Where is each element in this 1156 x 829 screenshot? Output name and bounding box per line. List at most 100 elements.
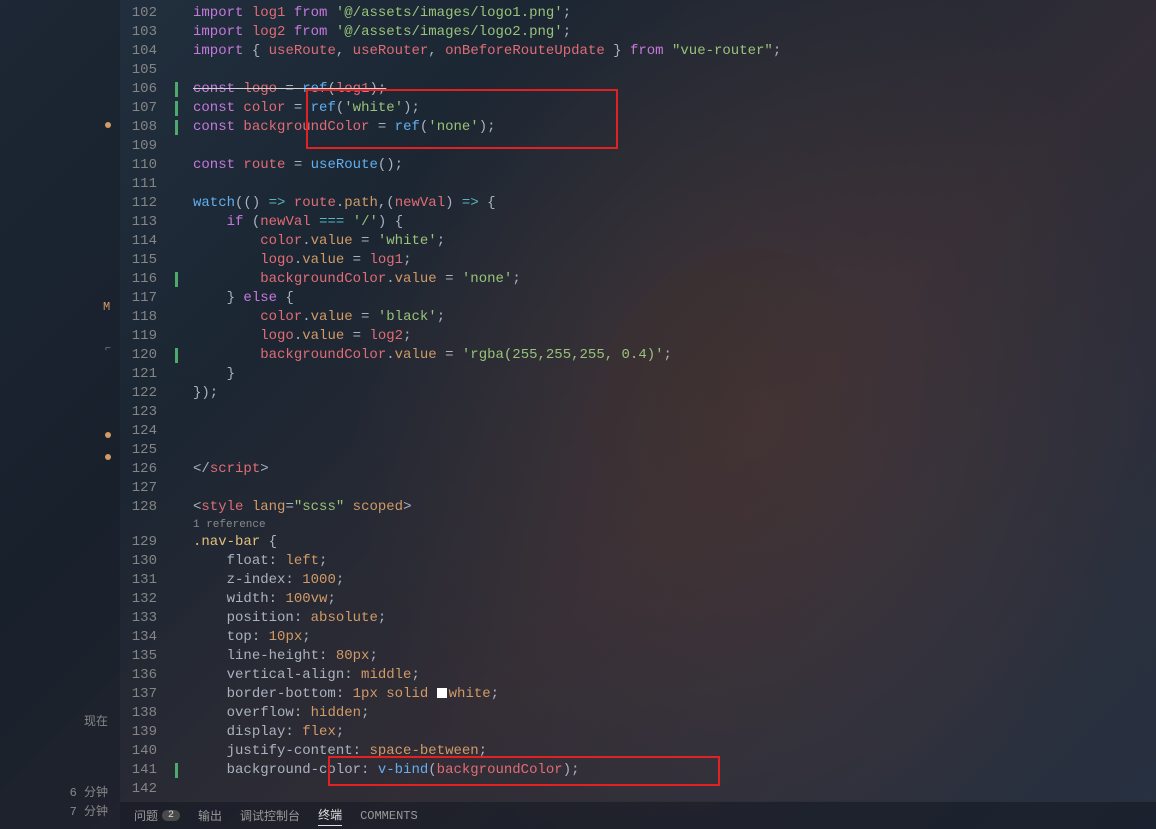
line-content[interactable]: logo.value = log1; [183, 251, 1156, 270]
code-line[interactable]: 114 color.value = 'white'; [120, 232, 1156, 251]
line-content[interactable]: line-height: 80px; [183, 647, 1156, 666]
git-gutter-mark [175, 763, 178, 778]
code-line[interactable]: 110const route = useRoute(); [120, 156, 1156, 175]
code-line[interactable]: 113 if (newVal === '/') { [120, 213, 1156, 232]
line-gutter [175, 365, 183, 384]
line-content[interactable] [183, 780, 1156, 799]
codelens[interactable]: 1 reference [120, 517, 1156, 533]
code-line[interactable]: 127 [120, 479, 1156, 498]
line-content[interactable]: const logo = ref(log1); [183, 80, 1156, 99]
line-content[interactable]: import { useRoute, useRouter, onBeforeRo… [183, 42, 1156, 61]
code-line[interactable]: 141 background-color: v-bind(backgroundC… [120, 761, 1156, 780]
code-line[interactable]: 118 color.value = 'black'; [120, 308, 1156, 327]
code-line[interactable]: 135 line-height: 80px; [120, 647, 1156, 666]
code-line[interactable]: 130 float: left; [120, 552, 1156, 571]
line-content[interactable] [183, 441, 1156, 460]
code-line[interactable]: 128 <style lang="scss" scoped> [120, 498, 1156, 517]
line-content[interactable]: display: flex; [183, 723, 1156, 742]
line-gutter [175, 61, 183, 80]
code-line[interactable]: 117 } else { [120, 289, 1156, 308]
line-content[interactable]: logo.value = log2; [183, 327, 1156, 346]
line-content[interactable]: import log1 from '@/assets/images/logo1.… [183, 4, 1156, 23]
code-line[interactable]: 120 backgroundColor.value = 'rgba(255,25… [120, 346, 1156, 365]
line-content[interactable]: z-index: 1000; [183, 571, 1156, 590]
line-gutter [175, 571, 183, 590]
code-line[interactable]: 108const backgroundColor = ref('none'); [120, 118, 1156, 137]
line-gutter [175, 498, 183, 517]
code-line[interactable]: 103import log2 from '@/assets/images/log… [120, 23, 1156, 42]
panel-tab-调试控制台[interactable]: 调试控制台 [240, 807, 300, 824]
line-number: 128 [120, 498, 175, 517]
code-line[interactable]: 125 [120, 441, 1156, 460]
code-line[interactable]: 115 logo.value = log1; [120, 251, 1156, 270]
line-content[interactable]: const route = useRoute(); [183, 156, 1156, 175]
line-content[interactable]: }); [183, 384, 1156, 403]
panel-tab-comments[interactable]: COMMENTS [360, 809, 418, 823]
code-line[interactable]: 112watch(() => route.path,(newVal) => { [120, 194, 1156, 213]
code-line[interactable]: 134 top: 10px; [120, 628, 1156, 647]
line-content[interactable]: </script> [183, 460, 1156, 479]
code-editor[interactable]: 102import log1 from '@/assets/images/log… [120, 0, 1156, 801]
git-dot-modified-3 [105, 454, 111, 460]
code-line[interactable]: 133 position: absolute; [120, 609, 1156, 628]
code-line[interactable]: 111 [120, 175, 1156, 194]
editor-area[interactable]: 102import log1 from '@/assets/images/log… [120, 0, 1156, 829]
panel-tab-输出[interactable]: 输出 [198, 807, 222, 824]
code-line[interactable]: 139 display: flex; [120, 723, 1156, 742]
line-content[interactable]: backgroundColor.value = 'none'; [183, 270, 1156, 289]
line-content[interactable]: color.value = 'white'; [183, 232, 1156, 251]
line-content[interactable]: import log2 from '@/assets/images/logo2.… [183, 23, 1156, 42]
panel-tab-终端[interactable]: 终端 [318, 806, 342, 826]
code-line[interactable]: 107const color = ref('white'); [120, 99, 1156, 118]
line-content[interactable]: border-bottom: 1px solid white; [183, 685, 1156, 704]
code-line[interactable]: 131 z-index: 1000; [120, 571, 1156, 590]
code-line[interactable]: 124 [120, 422, 1156, 441]
line-content[interactable]: watch(() => route.path,(newVal) => { [183, 194, 1156, 213]
line-content[interactable] [183, 403, 1156, 422]
line-content[interactable]: background-color: v-bind(backgroundColor… [183, 761, 1156, 780]
line-content[interactable]: const color = ref('white'); [183, 99, 1156, 118]
code-line[interactable]: 136 vertical-align: middle; [120, 666, 1156, 685]
code-line[interactable]: 132 width: 100vw; [120, 590, 1156, 609]
line-content[interactable] [183, 137, 1156, 156]
code-line[interactable]: 142 [120, 780, 1156, 799]
line-gutter [175, 609, 183, 628]
line-gutter [175, 590, 183, 609]
code-line[interactable]: 109 [120, 137, 1156, 156]
line-content[interactable] [183, 479, 1156, 498]
code-line[interactable]: 137 border-bottom: 1px solid white; [120, 685, 1156, 704]
code-line[interactable]: 138 overflow: hidden; [120, 704, 1156, 723]
code-line[interactable]: 140 justify-content: space-between; [120, 742, 1156, 761]
line-content[interactable]: justify-content: space-between; [183, 742, 1156, 761]
line-content[interactable]: .nav-bar { [183, 533, 1156, 552]
line-content[interactable]: width: 100vw; [183, 590, 1156, 609]
line-content[interactable] [183, 175, 1156, 194]
code-line[interactable]: 106const logo = ref(log1); [120, 80, 1156, 99]
line-content[interactable]: <style lang="scss" scoped> [183, 498, 1156, 517]
code-line[interactable]: 119 logo.value = log2; [120, 327, 1156, 346]
line-content[interactable]: position: absolute; [183, 609, 1156, 628]
line-content[interactable]: backgroundColor.value = 'rgba(255,255,25… [183, 346, 1156, 365]
line-content[interactable]: float: left; [183, 552, 1156, 571]
code-line[interactable]: 104import { useRoute, useRouter, onBefor… [120, 42, 1156, 61]
code-line[interactable]: 129.nav-bar { [120, 533, 1156, 552]
line-content[interactable]: if (newVal === '/') { [183, 213, 1156, 232]
line-content[interactable]: } else { [183, 289, 1156, 308]
line-content[interactable]: const backgroundColor = ref('none'); [183, 118, 1156, 137]
code-line[interactable]: 122}); [120, 384, 1156, 403]
line-content[interactable] [183, 422, 1156, 441]
panel-tab-问题[interactable]: 问题2 [134, 807, 180, 824]
line-content[interactable]: } [183, 365, 1156, 384]
code-line[interactable]: 116 backgroundColor.value = 'none'; [120, 270, 1156, 289]
line-content[interactable]: top: 10px; [183, 628, 1156, 647]
line-content[interactable]: vertical-align: middle; [183, 666, 1156, 685]
code-line[interactable]: 126</script> [120, 460, 1156, 479]
line-content[interactable] [183, 61, 1156, 80]
code-line[interactable]: 121 } [120, 365, 1156, 384]
code-line[interactable]: 102import log1 from '@/assets/images/log… [120, 4, 1156, 23]
line-content[interactable]: color.value = 'black'; [183, 308, 1156, 327]
code-line[interactable]: 123 [120, 403, 1156, 422]
line-content[interactable]: overflow: hidden; [183, 704, 1156, 723]
line-gutter [175, 289, 183, 308]
code-line[interactable]: 105 [120, 61, 1156, 80]
